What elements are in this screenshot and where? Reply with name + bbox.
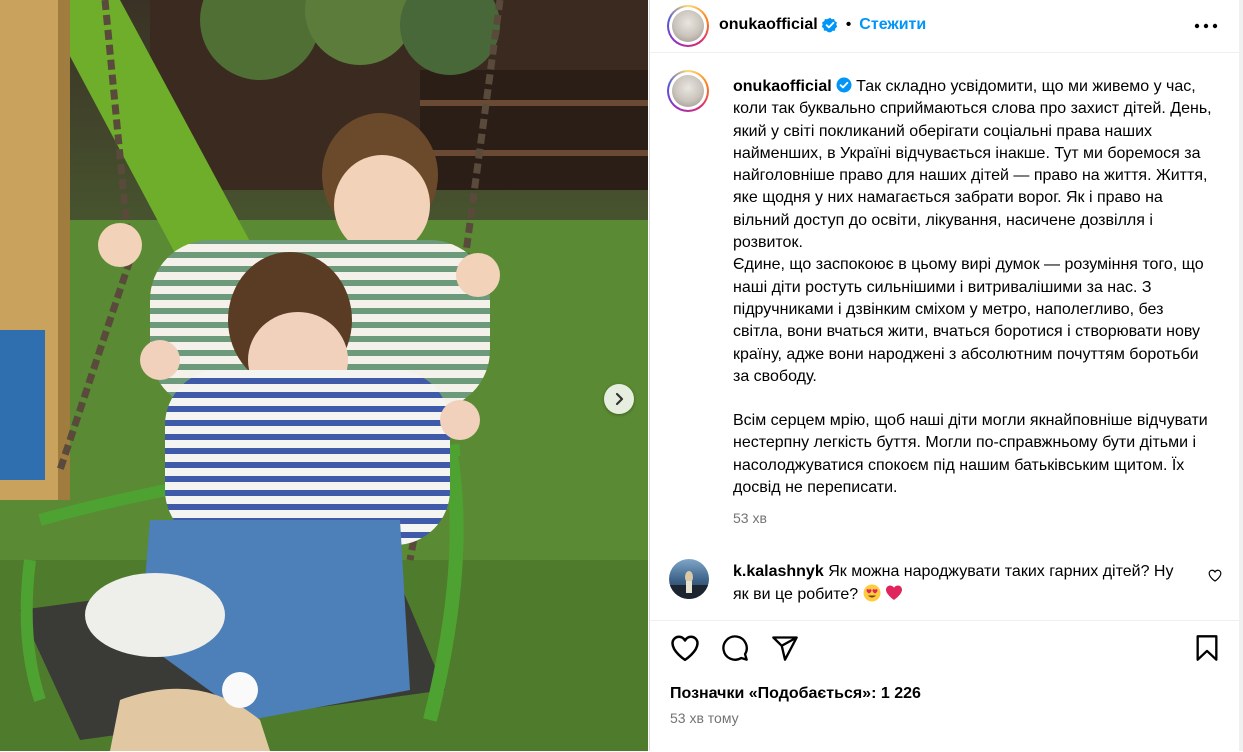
comment-body: k.kalashnyk Як можна народжувати таких г… (733, 560, 1193, 606)
caption-body: onukaofficial Так складно усвідомити, що… (733, 76, 1213, 530)
share-button[interactable] (770, 633, 800, 663)
follow-button[interactable]: Стежити (859, 16, 926, 34)
heart-icon (671, 635, 699, 662)
caption-paragraph-3: Всім серцем мрію, щоб наші діти могли як… (733, 412, 1208, 497)
like-button[interactable] (670, 633, 700, 663)
post-actions: Позначки «Подобається»: 1 226 53 хв тому (650, 620, 1240, 752)
caption-text-1: Так складно усвідомити, що ми живемо у ч… (733, 78, 1212, 252)
heart-small-icon (1208, 569, 1222, 582)
more-options-icon (1194, 23, 1218, 29)
more-options-button[interactable] (1193, 13, 1219, 39)
comment-icon (722, 635, 748, 661)
caption-avatar[interactable] (667, 70, 709, 112)
separator-dot: • (845, 16, 852, 33)
bookmark-icon (1196, 635, 1218, 661)
likes-count[interactable]: Позначки «Подобається»: 1 226 (670, 685, 921, 703)
caption-paragraph-2: Єдине, що заспокоює в цьому вирі думок —… (733, 256, 1204, 385)
caption-username[interactable]: onukaofficial (733, 78, 832, 95)
share-icon (772, 636, 798, 661)
comment-button[interactable] (720, 633, 750, 663)
comment-like-button[interactable] (1208, 569, 1222, 587)
red-heart-emoji (886, 585, 903, 600)
post-timestamp: 53 хв тому (670, 710, 739, 726)
commenter-username[interactable]: k.kalashnyk (733, 563, 824, 580)
author-username[interactable]: onukaofficial (719, 16, 818, 34)
caption-timestamp: 53 хв (733, 510, 767, 527)
next-slide-button[interactable] (604, 384, 634, 414)
post-media[interactable] (0, 0, 648, 751)
commenter-avatar[interactable] (669, 559, 709, 599)
next-arrow-icon (615, 392, 624, 406)
author-avatar[interactable] (667, 5, 709, 47)
author-info: onukaofficial • Стежити (719, 16, 926, 34)
heart-eyes-emoji (863, 584, 881, 602)
post-header: onukaofficial • Стежити (650, 0, 1240, 53)
post-details-panel: onukaofficial • Стежити onukaofficial Та… (649, 0, 1240, 751)
save-button[interactable] (1192, 633, 1222, 663)
verified-badge-icon (821, 17, 837, 33)
page-scrollbar[interactable] (1239, 0, 1243, 751)
verified-badge-icon (836, 77, 852, 93)
instagram-post-window: onukaofficial • Стежити onukaofficial Та… (0, 0, 1243, 751)
caption-paragraph-1: onukaofficial Так складно усвідомити, що… (733, 76, 1213, 254)
post-photo (0, 0, 648, 751)
